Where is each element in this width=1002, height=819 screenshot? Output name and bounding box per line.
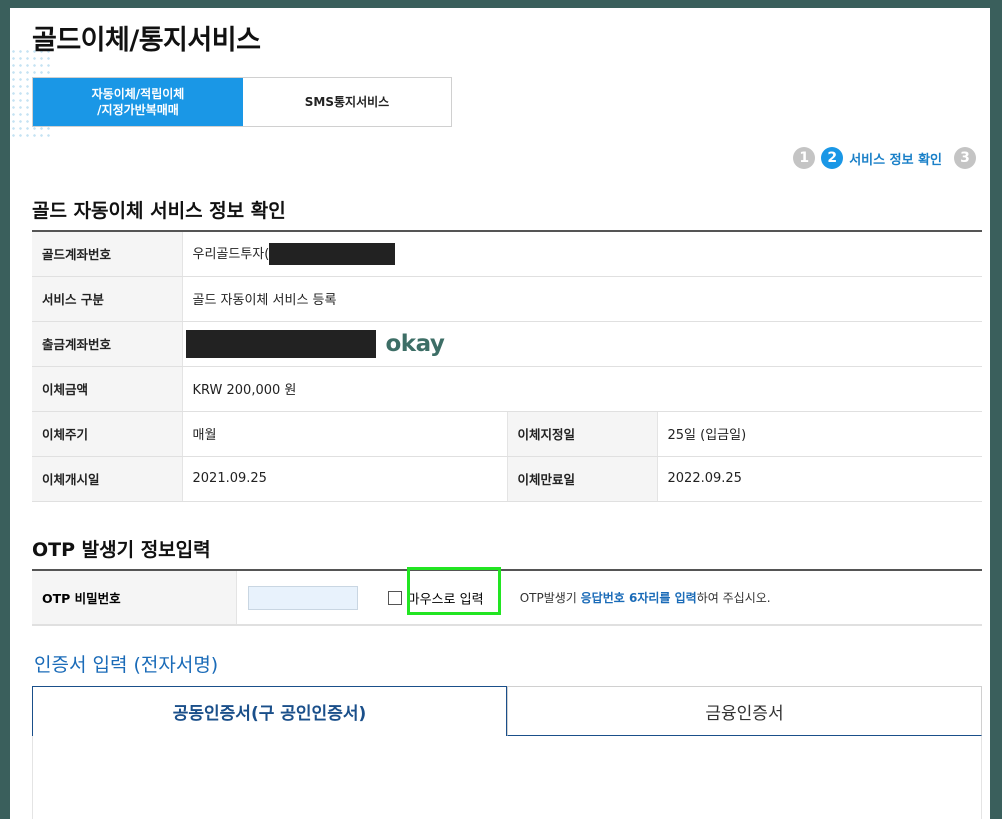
redacted-block [185,329,376,358]
table-row: 이체주기 매월 이체지정일 25일 (입금일) [32,411,982,457]
start-date-value: 2021.09.25 [182,456,507,502]
table-row: 골드계좌번호 우리골드투자( [32,231,982,277]
current-step-label: 서비스 정보 확인 [849,152,942,168]
service-tabs: 자동이체/적립이체 /지정가반복매매 SMS통지서비스 [32,77,452,127]
end-date-value: 2022.09.25 [657,456,982,502]
otp-note-prefix: OTP발생기 [519,591,581,605]
otp-password-label: OTP 비밀번호 [32,570,237,626]
withdraw-account-label: 출금계좌번호 [32,321,183,367]
page-title: 골드이체/통지서비스 [32,25,261,56]
tab-joint-certificate[interactable]: 공동인증서(구 공인인증서) [32,686,507,736]
page-container: 골드이체/통지서비스 자동이체/적립이체 /지정가반복매매 SMS통지서비스 1… [10,8,990,819]
step-indicator: 1 2 서비스 정보 확인 3 [793,147,976,169]
cycle-value: 매월 [182,411,507,457]
redacted-block [269,243,396,265]
otp-section-title: OTP 발생기 정보입력 [32,539,211,561]
service-type-label: 서비스 구분 [32,276,183,322]
mouse-input-checkbox[interactable] [387,590,402,605]
amount-value: KRW 200,000 원 [182,366,982,412]
gold-account-label: 골드계좌번호 [32,231,183,277]
otp-note-highlight: 응답번호 6자리를 입력 [580,591,697,605]
amount-label: 이체금액 [32,366,183,412]
tab-sms-notification[interactable]: SMS통지서비스 [243,78,451,126]
otp-table: OTP 비밀번호 마우스로 입력 OTP발생기 응답번호 6자리를 입력하여 주… [32,569,982,626]
okay-overlay: okay [385,330,445,357]
tab-auto-transfer[interactable]: 자동이체/적립이체 /지정가반복매매 [33,78,243,126]
end-date-label: 이체만료일 [506,456,658,502]
info-section-title: 골드 자동이체 서비스 정보 확인 [32,200,286,222]
service-info-table: 골드계좌번호 우리골드투자( 서비스 구분 골드 자동이체 서비스 등록 출금계… [32,230,982,502]
cert-tabs: 공동인증서(구 공인인증서) 금융인증서 [32,686,982,736]
step-3-icon: 3 [954,147,976,169]
service-type-value: 골드 자동이체 서비스 등록 [182,276,982,322]
otp-password-input[interactable] [247,585,358,610]
table-row: 이체금액 KRW 200,000 원 [32,366,982,412]
gold-account-text: 우리골드투자( [192,246,270,262]
designated-day-label: 이체지정일 [506,411,658,457]
table-row: 이체개시일 2021.09.25 이체만료일 2022.09.25 [32,456,982,502]
tab-financial-certificate[interactable]: 금융인증서 [507,686,982,736]
step-1-icon: 1 [793,147,816,169]
cert-panel [32,736,982,819]
gold-account-value: 우리골드투자( [182,231,982,277]
otp-instruction: OTP발생기 응답번호 6자리를 입력하여 주십시오. [520,591,771,605]
cert-section-title: 인증서 입력 (전자서명) [34,654,219,676]
designated-day-value: 25일 (입금일) [657,411,982,457]
withdraw-account-value: okay [182,321,982,367]
cycle-label: 이체주기 [32,411,183,457]
step-2-icon: 2 [821,147,844,169]
otp-input-cell: 마우스로 입력 OTP발생기 응답번호 6자리를 입력하여 주십시오. [236,570,982,626]
table-row: 출금계좌번호 okay [32,321,982,367]
table-row: OTP 비밀번호 마우스로 입력 OTP발생기 응답번호 6자리를 입력하여 주… [32,570,982,626]
start-date-label: 이체개시일 [32,456,183,502]
highlight-box [407,567,501,615]
table-row: 서비스 구분 골드 자동이체 서비스 등록 [32,276,982,322]
otp-note-suffix: 하여 주십시오. [696,591,771,605]
